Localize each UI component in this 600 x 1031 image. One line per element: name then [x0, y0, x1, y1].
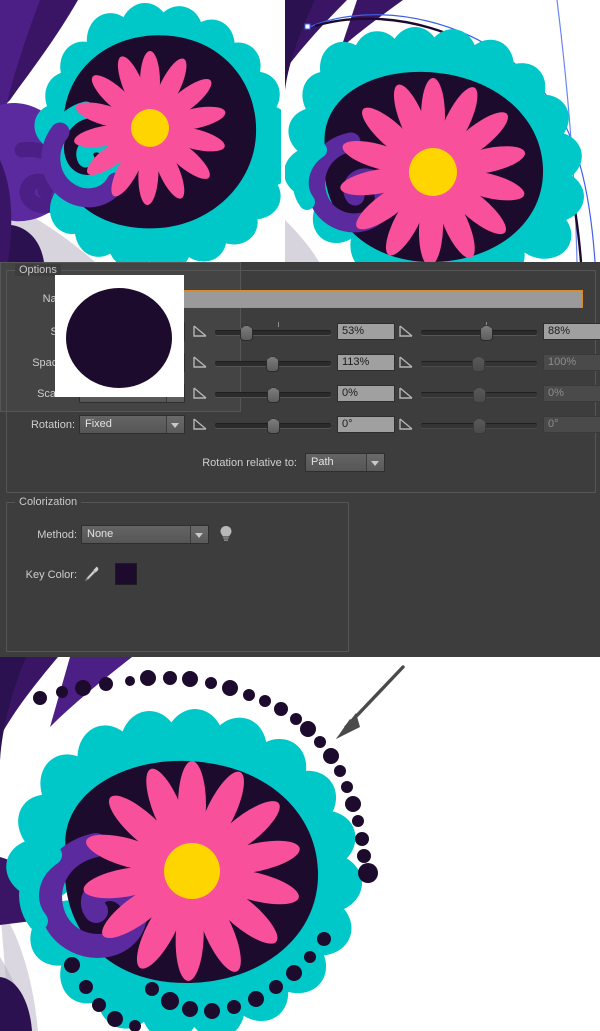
- rotation-min-slider[interactable]: [193, 415, 333, 435]
- scatter-max-value[interactable]: 0%: [543, 385, 600, 402]
- artwork-top-left: [0, 0, 281, 262]
- spacing-min-slider[interactable]: [193, 353, 333, 373]
- spacing-max-slider[interactable]: [399, 353, 539, 373]
- artwork-bottom: [0, 657, 440, 1031]
- variation-angle-icon: [399, 356, 415, 370]
- variation-angle-icon: [399, 418, 415, 432]
- artwork-top-right: [285, 0, 600, 262]
- rotation-relative-dropdown[interactable]: Path: [305, 453, 385, 472]
- paisley-original-svg: [0, 0, 281, 262]
- brush-preview-canvas: [55, 275, 184, 397]
- eyedropper-icon[interactable]: [83, 565, 101, 583]
- scatter-brush-options-dialog: Options Name: Scatter Brush 2 Size: Rand…: [0, 262, 600, 657]
- colorization-group: Colorization Method: None Key Color:: [6, 496, 349, 652]
- spacing-min-value[interactable]: 113%: [337, 354, 395, 371]
- variation-angle-icon: [193, 325, 209, 339]
- paisley-with-scatter-brush-svg: [0, 657, 440, 1031]
- colorization-group-legend: Colorization: [15, 496, 82, 508]
- rotation-label: Rotation:: [30, 419, 75, 431]
- chevron-down-icon[interactable]: [166, 416, 184, 433]
- colorization-method-dropdown[interactable]: None: [81, 525, 209, 544]
- rotation-min-value[interactable]: 0°: [337, 416, 395, 433]
- chevron-down-icon[interactable]: [366, 454, 384, 471]
- brush-preview-shape: [66, 288, 172, 388]
- rotation-max-slider[interactable]: [399, 415, 539, 435]
- method-label: Method:: [37, 529, 77, 541]
- variation-angle-icon: [399, 387, 415, 401]
- artwork-bottom-right-fill: [440, 657, 600, 1031]
- chevron-down-icon[interactable]: [190, 526, 208, 543]
- screenshot-root: Options Name: Scatter Brush 2 Size: Rand…: [0, 0, 600, 1031]
- scatter-min-slider[interactable]: [193, 384, 333, 404]
- rotation-relative-label: Rotation relative to:: [202, 457, 297, 469]
- variation-angle-icon: [193, 356, 209, 370]
- scatter-min-value[interactable]: 0%: [337, 385, 395, 402]
- colorization-method-value: None: [87, 528, 114, 540]
- variation-angle-icon: [193, 387, 209, 401]
- paisley-with-path-svg: [285, 0, 600, 262]
- size-min-slider[interactable]: [193, 322, 333, 342]
- lightbulb-icon[interactable]: [219, 525, 233, 543]
- rotation-max-value[interactable]: 0°: [543, 416, 600, 433]
- rotation-mode-dropdown[interactable]: Fixed: [79, 415, 185, 434]
- scatter-max-slider[interactable]: [399, 384, 539, 404]
- size-min-value[interactable]: 53%: [337, 323, 395, 340]
- rotation-relative-value: Path: [311, 456, 334, 468]
- key-color-swatch[interactable]: [115, 563, 137, 585]
- variation-angle-icon: [399, 325, 415, 339]
- variation-angle-icon: [193, 418, 209, 432]
- key-color-label: Key Color:: [25, 569, 77, 581]
- spacing-max-value[interactable]: 100%: [543, 354, 600, 371]
- size-max-slider[interactable]: [399, 322, 539, 342]
- size-max-value[interactable]: 88%: [543, 323, 600, 340]
- rotation-mode-value: Fixed: [85, 418, 112, 430]
